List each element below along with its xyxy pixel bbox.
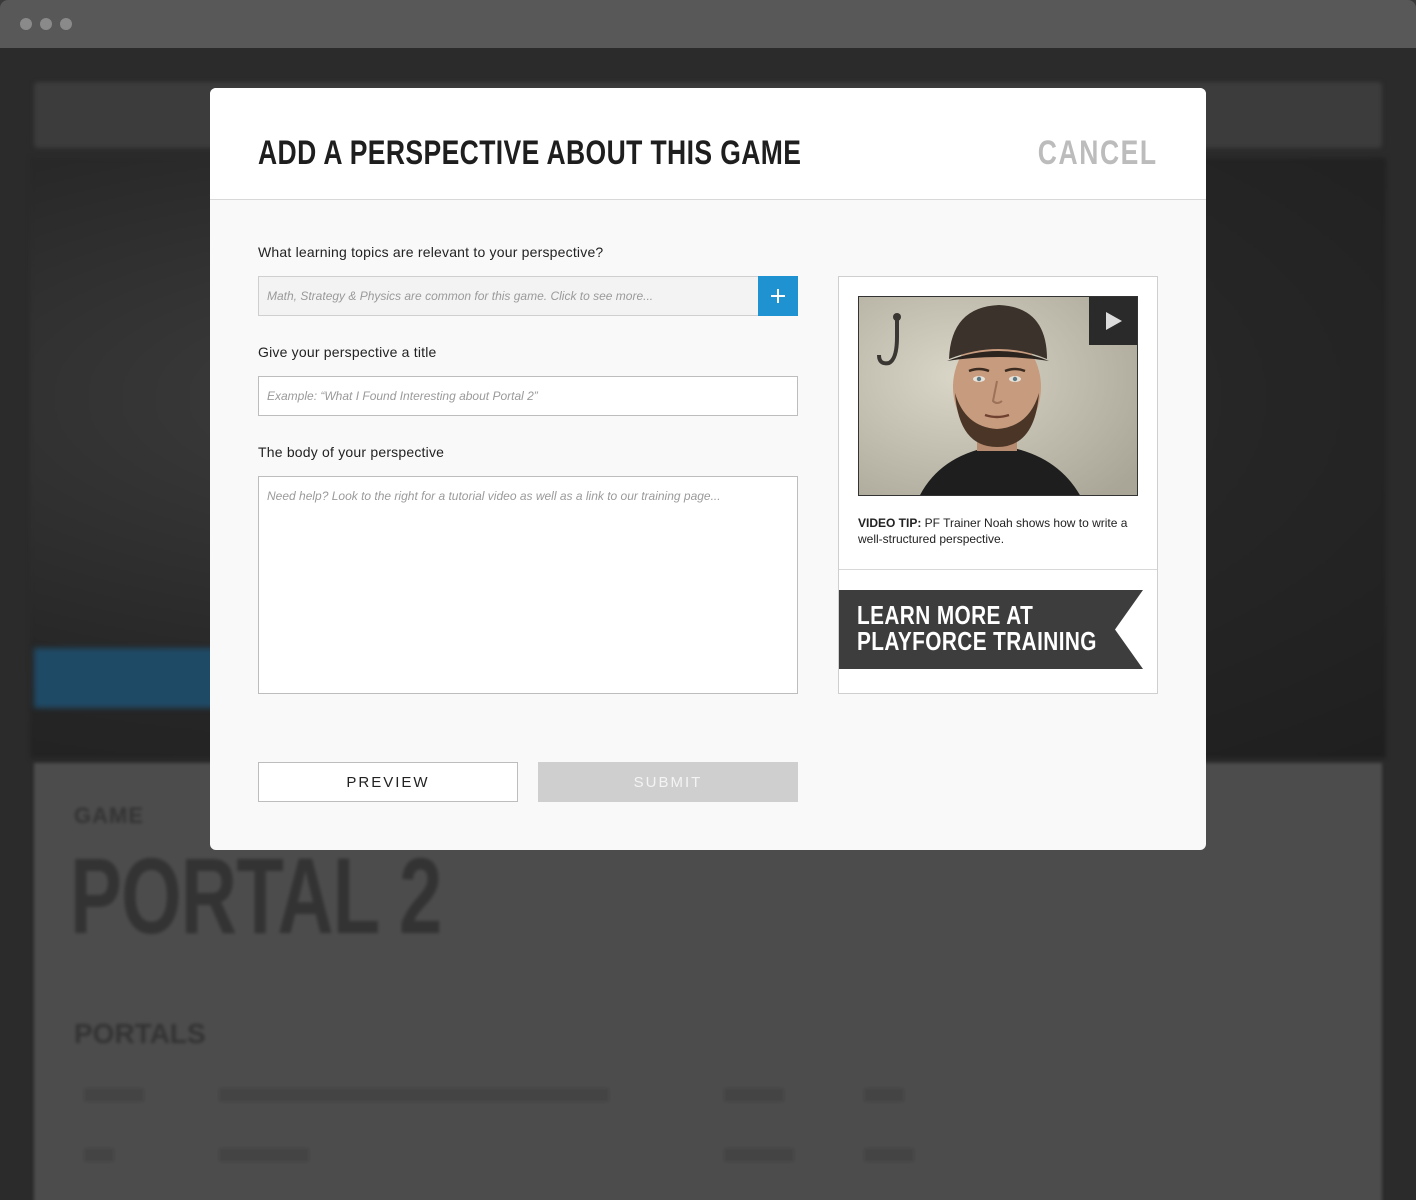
submit-button[interactable]: SUBMIT [538,762,798,802]
background-game-title: PORTAL 2 [70,835,442,956]
zoom-dot[interactable] [60,18,72,30]
browser-chrome [0,0,1416,48]
video-tip: VIDEO TIP: PF Trainer Noah shows how to … [858,515,1140,547]
modal-header: ADD A PERSPECTIVE ABOUT THIS GAME CANCEL [210,88,1206,200]
background-row [864,1148,914,1162]
background-blue-button [34,648,234,708]
body-textarea[interactable] [258,476,798,694]
background-row [84,1148,114,1162]
background-row [724,1088,784,1102]
background-row [219,1088,609,1102]
play-button[interactable] [1089,297,1137,345]
background-row [219,1148,309,1162]
add-topic-button[interactable] [758,276,798,316]
ribbon-text: LEARN MORE AT PLAYFORCE TRAINING [857,602,1097,654]
topics-label: What learning topics are relevant to you… [258,244,604,260]
cancel-button[interactable]: CANCEL [1038,134,1158,173]
preview-button[interactable]: PREVIEW [258,762,518,802]
add-perspective-modal: ADD A PERSPECTIVE ABOUT THIS GAME CANCEL… [210,88,1206,850]
ribbon-line-1: LEARN MORE AT [857,600,1034,630]
background-section-label: PORTALS [74,1018,206,1049]
help-divider [839,569,1157,570]
title-label: Give your perspective a title [258,344,437,360]
modal-title: ADD A PERSPECTIVE ABOUT THIS GAME [258,134,802,172]
body-label: The body of your perspective [258,444,445,460]
help-panel: VIDEO TIP: PF Trainer Noah shows how to … [838,276,1158,694]
minimize-dot[interactable] [40,18,52,30]
topics-input[interactable] [258,276,758,316]
title-input[interactable] [258,376,798,416]
background-row [864,1088,904,1102]
ribbon-line-2: PLAYFORCE TRAINING [857,626,1097,656]
background-row [724,1148,794,1162]
play-icon [1106,312,1122,330]
playforce-training-link[interactable]: LEARN MORE AT PLAYFORCE TRAINING [839,590,1143,669]
close-dot[interactable] [20,18,32,30]
tutorial-video[interactable] [858,296,1138,496]
video-tip-label: VIDEO TIP: [858,516,922,530]
background-game-label: GAME [74,803,144,828]
background-row [84,1088,144,1102]
